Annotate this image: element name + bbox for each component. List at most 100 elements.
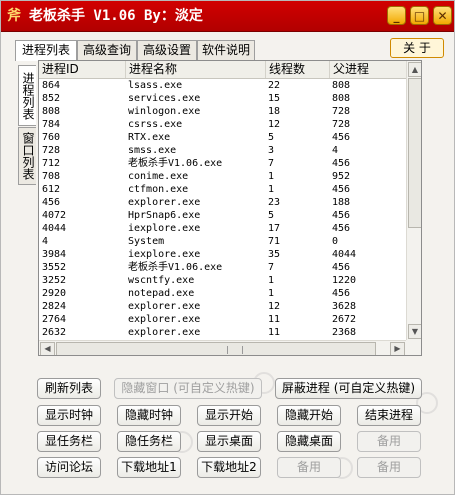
table-row[interactable]: 2920 notepad.exe 1 456 — [39, 287, 407, 300]
cell-process-name: conime.exe — [128, 171, 189, 182]
table-row[interactable]: 760 RTX.exe 5 456 — [39, 131, 407, 144]
cell-process-name: explorer.exe — [128, 314, 201, 325]
about-button[interactable]: 关 于 — [390, 38, 444, 58]
cell-parent-pid: 728 — [332, 106, 351, 117]
cell-thread-count: 5 — [268, 132, 275, 143]
scroll-up-button[interactable]: ▲ — [408, 62, 421, 77]
table-row[interactable]: 612 ctfmon.exe 1 456 — [39, 183, 407, 196]
cell-parent-pid: 456 — [332, 262, 351, 273]
cell-process-name: wscntfy.exe — [128, 275, 195, 286]
show-start-button[interactable]: 显示开始 — [197, 405, 261, 426]
cell-parent-pid: 456 — [332, 210, 351, 221]
table-row[interactable]: 4044 iexplore.exe 17 456 — [39, 222, 407, 235]
cell-parent-pid: 456 — [332, 132, 351, 143]
download-link-1-button[interactable]: 下载地址1 — [117, 457, 181, 478]
window-title: 老板杀手 V1.06 By：淡定 — [29, 8, 203, 24]
cell-thread-count: 15 — [268, 93, 281, 104]
close-button[interactable]: ✕ — [433, 6, 452, 25]
show-desktop-button[interactable]: 显示桌面 — [197, 431, 261, 452]
cell-thread-count: 11 — [268, 327, 281, 338]
vertical-scrollbar[interactable]: ▲ ▼ — [406, 61, 421, 340]
table-row[interactable]: 4072 HprSnap6.exe 5 456 — [39, 209, 407, 222]
cell-process-name: 老板杀手V1.06.exe — [128, 262, 223, 273]
spare-button-1[interactable]: 备用 — [357, 431, 421, 452]
table-row[interactable]: 3252 wscntfy.exe 1 1220 — [39, 274, 407, 287]
column-header-name[interactable]: 进程名称 — [126, 61, 266, 78]
cell-pid: 3252 — [42, 275, 67, 286]
table-row[interactable]: 808 winlogon.exe 18 728 — [39, 105, 407, 118]
cell-parent-pid: 456 — [332, 184, 351, 195]
cell-thread-count: 1 — [268, 184, 275, 195]
table-row[interactable]: 728 smss.exe 3 4 — [39, 144, 407, 157]
table-row[interactable]: 3552 老板杀手V1.06.exe 7 456 — [39, 261, 407, 274]
column-header-parent[interactable]: 父进程 — [330, 61, 407, 78]
table-row[interactable]: 2632 explorer.exe 11 2368 — [39, 326, 407, 339]
table-row[interactable]: 2824 explorer.exe 12 3628 — [39, 300, 407, 313]
spare-button-3[interactable]: 备用 — [357, 457, 421, 478]
show-taskbar-button[interactable]: 显任务栏 — [37, 431, 101, 452]
cell-thread-count: 11 — [268, 314, 281, 325]
scroll-corner — [406, 340, 421, 355]
refresh-list-button[interactable]: 刷新列表 — [37, 378, 101, 399]
scroll-thumb[interactable] — [408, 78, 421, 228]
column-header-threads[interactable]: 线程数 — [266, 61, 330, 78]
cell-process-name: explorer.exe — [128, 197, 201, 208]
cell-parent-pid: 4044 — [332, 249, 357, 260]
show-clock-button[interactable]: 显示时钟 — [37, 405, 101, 426]
tab-software-info[interactable]: 软件说明 — [197, 40, 255, 60]
tab-process-list[interactable]: 进程列表 — [15, 40, 77, 61]
cell-thread-count: 23 — [268, 197, 281, 208]
end-process-button[interactable]: 结束进程 — [357, 405, 421, 426]
table-row[interactable]: 712 老板杀手V1.06.exe 7 456 — [39, 157, 407, 170]
cell-pid: 3552 — [42, 262, 67, 273]
cell-parent-pid: 456 — [332, 288, 351, 299]
cell-thread-count: 71 — [268, 236, 281, 247]
app-logo-icon: 斧 — [7, 8, 21, 24]
h-scroll-thumb[interactable] — [56, 342, 376, 355]
side-tab-process-list[interactable]: 进程列表 — [18, 65, 36, 126]
cell-thread-count: 1 — [268, 171, 275, 182]
hide-start-button[interactable]: 隐藏开始 — [277, 405, 341, 426]
cell-thread-count: 5 — [268, 210, 275, 221]
cell-process-name: csrss.exe — [128, 119, 183, 130]
minimize-button[interactable]: _ — [387, 6, 406, 25]
side-tab-window-list[interactable]: 窗口列表 — [18, 127, 36, 185]
column-header-pid[interactable]: 进程ID — [39, 61, 126, 78]
cell-process-name: HprSnap6.exe — [128, 210, 201, 221]
title-bar[interactable]: 斧 老板杀手 V1.06 By：淡定 _ □ ✕ — [1, 1, 454, 32]
table-row[interactable]: 852 services.exe 15 808 — [39, 92, 407, 105]
download-link-2-button[interactable]: 下载地址2 — [197, 457, 261, 478]
table-row[interactable]: 708 conime.exe 1 952 — [39, 170, 407, 183]
cell-process-name: smss.exe — [128, 145, 177, 156]
scroll-right-button[interactable]: ▶ — [390, 342, 405, 355]
process-list[interactable]: 进程ID 进程名称 线程数 父进程 864 lsass.exe 22 808 852 se… — [38, 60, 422, 356]
table-row[interactable]: 456 explorer.exe 23 188 — [39, 196, 407, 209]
cell-parent-pid: 2368 — [332, 327, 357, 338]
visit-forum-button[interactable]: 访问论坛 — [37, 457, 101, 478]
table-row[interactable]: 864 lsass.exe 22 808 — [39, 79, 407, 92]
table-row[interactable]: 2764 explorer.exe 11 2672 — [39, 313, 407, 326]
table-row[interactable]: 4 System 71 0 — [39, 235, 407, 248]
scroll-left-button[interactable]: ◀ — [40, 342, 55, 355]
cell-pid: 2632 — [42, 327, 67, 338]
spare-button-2[interactable]: 备用 — [277, 457, 341, 478]
scroll-down-button[interactable]: ▼ — [408, 324, 421, 339]
cell-pid: 3984 — [42, 249, 67, 260]
hide-window-button[interactable]: 隐藏窗口 (可自定义热键) — [114, 378, 262, 399]
maximize-button[interactable]: □ — [410, 6, 429, 25]
cell-pid: 864 — [42, 80, 61, 91]
shield-process-button[interactable]: 屏蔽进程 (可自定义热键) — [275, 378, 422, 399]
tab-advanced-query[interactable]: 高级查询 — [77, 40, 137, 60]
hide-desktop-button[interactable]: 隐藏桌面 — [277, 431, 341, 452]
table-row[interactable]: 784 csrss.exe 12 728 — [39, 118, 407, 131]
cell-pid: 612 — [42, 184, 61, 195]
cell-thread-count: 7 — [268, 262, 275, 273]
table-row[interactable]: 3984 iexplore.exe 35 4044 — [39, 248, 407, 261]
cell-parent-pid: 4 — [332, 145, 339, 156]
horizontal-scrollbar[interactable]: ◀ ▶ — [39, 340, 406, 355]
cell-parent-pid: 2672 — [332, 314, 357, 325]
hide-taskbar-button[interactable]: 隐任务栏 — [117, 431, 181, 452]
cell-pid: 2764 — [42, 314, 67, 325]
tab-advanced-settings[interactable]: 高级设置 — [137, 40, 197, 60]
hide-clock-button[interactable]: 隐藏时钟 — [117, 405, 181, 426]
